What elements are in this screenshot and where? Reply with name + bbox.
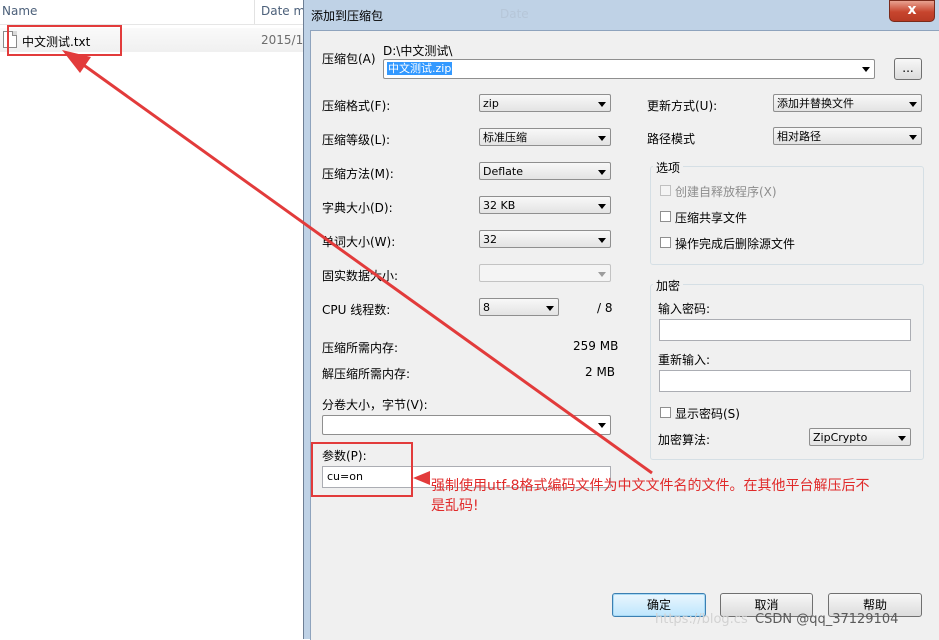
annotation-line-2: 是乱码! [431, 498, 479, 514]
arrow-line-to-file [77, 59, 653, 475]
watermark-csdn: CSDN @qq_37129104 [755, 612, 899, 627]
annotation-arrows [62, 50, 653, 485]
arrowhead-file-icon [62, 50, 91, 73]
watermark-url: https://blog.cs [655, 612, 748, 627]
annotation-line-1: 强制使用utf-8格式编码文件为中文文件名的文件。在其他平台解压后不 [431, 478, 870, 494]
arrowhead-parameters-icon [413, 471, 430, 485]
annotation-text: 强制使用utf-8格式编码文件为中文文件名的文件。在其他平台解压后不 是乱码! [431, 476, 936, 516]
